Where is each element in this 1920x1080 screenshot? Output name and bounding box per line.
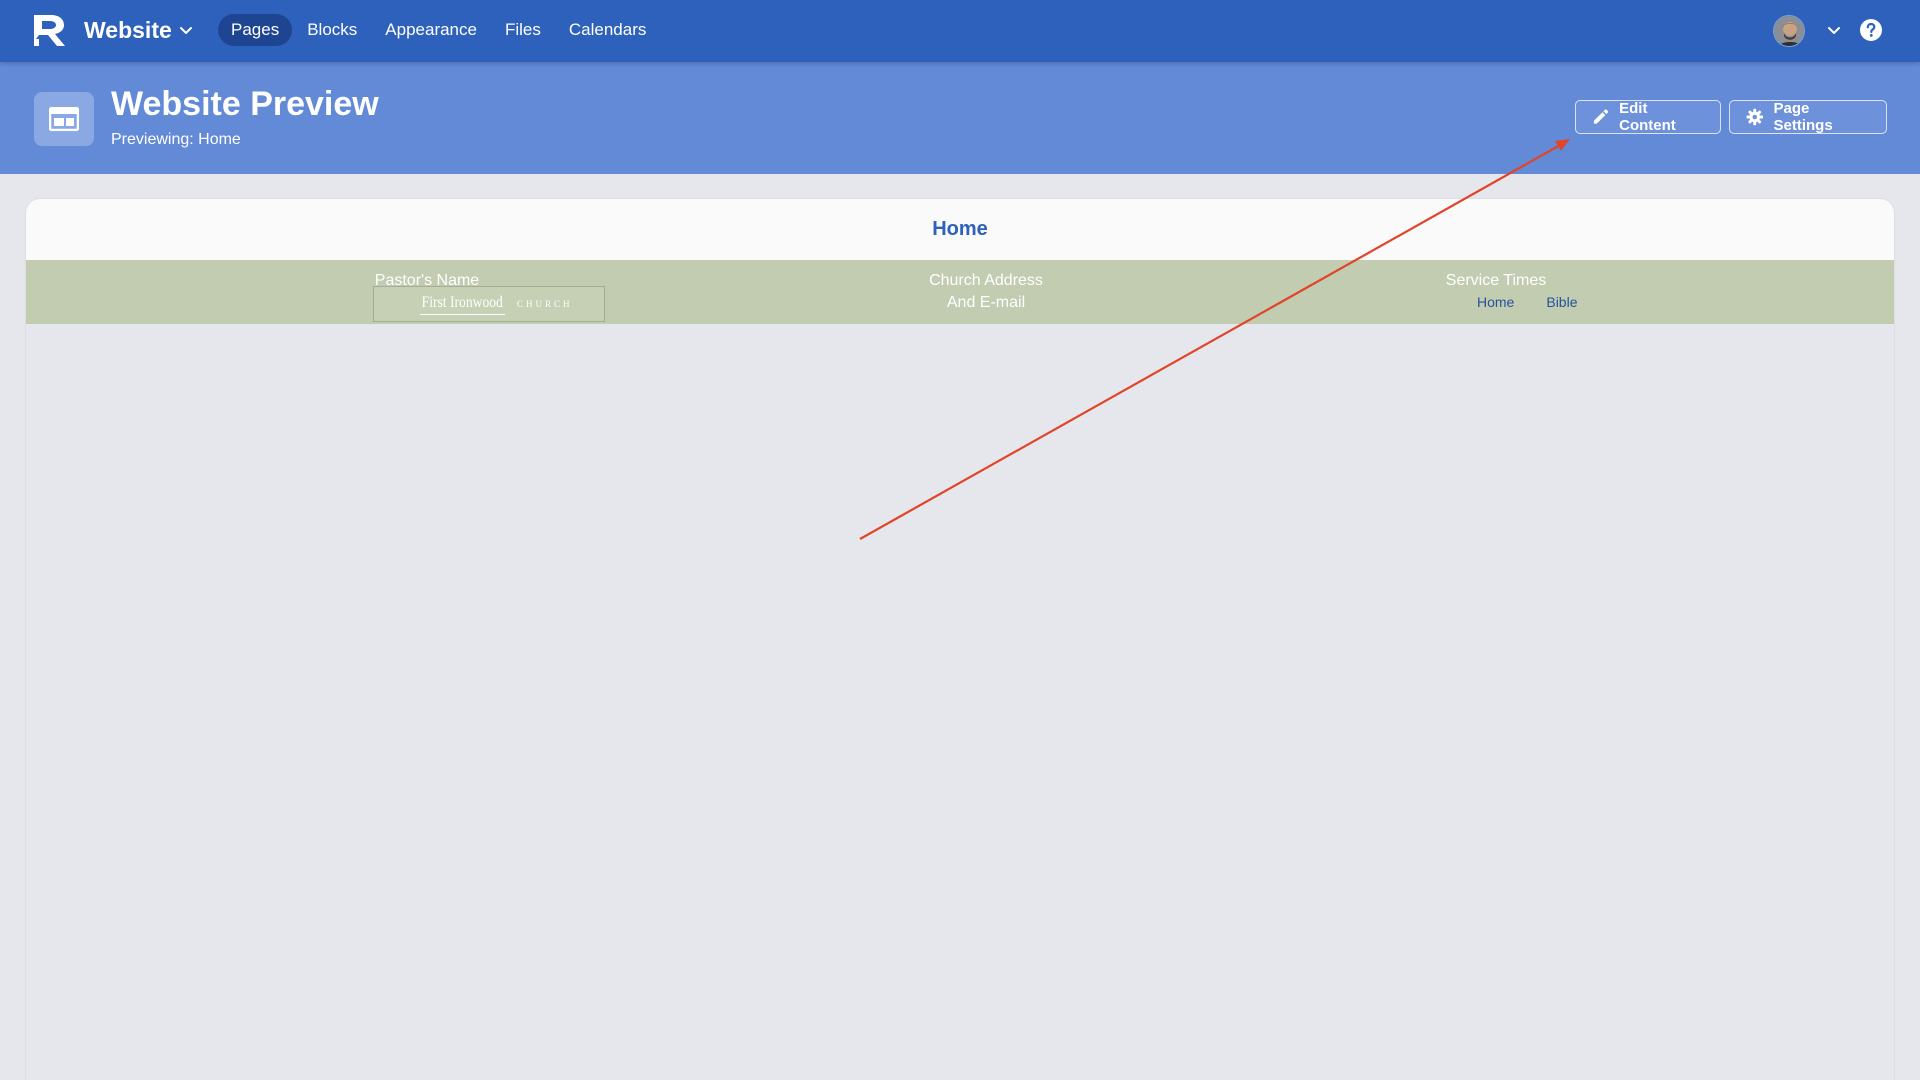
nav-item-appearance[interactable]: Appearance bbox=[372, 14, 490, 46]
website-layout-icon bbox=[34, 92, 94, 146]
service-times-text: Service Times bbox=[1445, 272, 1547, 289]
gear-icon bbox=[1746, 108, 1764, 126]
r-logo-icon[interactable] bbox=[31, 12, 69, 48]
page-settings-label: Page Settings bbox=[1773, 100, 1833, 134]
page-settings-button[interactable]: Page Settings bbox=[1729, 100, 1887, 134]
edit-content-button[interactable]: Edit Content bbox=[1575, 100, 1721, 134]
pencil-icon bbox=[1593, 109, 1609, 124]
church-address-block: Church Address And E-mail bbox=[876, 270, 1096, 314]
preview-content-area bbox=[26, 324, 1894, 1080]
church-logo-suffix: CHURCH bbox=[517, 299, 573, 309]
app-name[interactable]: Website bbox=[84, 16, 172, 44]
site-nav-links: Home Bible bbox=[1477, 294, 1610, 310]
site-link-home[interactable]: Home bbox=[1477, 294, 1514, 310]
page-subtitle: Previewing: Home bbox=[111, 131, 241, 148]
user-menu-chevron-icon[interactable] bbox=[1826, 22, 1842, 38]
page-header: Website Preview Previewing: Home Edit Co… bbox=[0, 62, 1920, 174]
help-icon[interactable] bbox=[1859, 18, 1883, 42]
church-logo-name: First Ironwood bbox=[420, 294, 506, 315]
church-email-text: And E-mail bbox=[946, 294, 1026, 311]
top-nav-bar: Website Pages Blocks Appearance Files Ca… bbox=[0, 0, 1920, 62]
main-nav: Pages Blocks Appearance Files Calendars bbox=[218, 14, 661, 46]
preview-card: Home Pastor's Name First Ironwood CHURCH… bbox=[26, 199, 1894, 1080]
preview-page-title: Home bbox=[932, 218, 988, 240]
nav-item-calendars[interactable]: Calendars bbox=[556, 14, 660, 46]
avatar-image-icon bbox=[1774, 16, 1804, 46]
church-logo[interactable]: First Ironwood CHURCH bbox=[373, 286, 605, 322]
chevron-down-icon[interactable] bbox=[178, 22, 194, 38]
site-header-strip: Pastor's Name First Ironwood CHURCH Chur… bbox=[26, 260, 1894, 324]
church-address-text: Church Address bbox=[929, 272, 1043, 289]
nav-item-files[interactable]: Files bbox=[492, 14, 554, 46]
nav-item-blocks[interactable]: Blocks bbox=[294, 14, 370, 46]
preview-card-header: Home bbox=[26, 199, 1894, 260]
nav-item-pages[interactable]: Pages bbox=[218, 14, 293, 46]
site-link-bible[interactable]: Bible bbox=[1546, 294, 1577, 310]
page-title: Website Preview bbox=[111, 85, 379, 123]
user-avatar[interactable] bbox=[1773, 15, 1805, 47]
edit-content-label: Edit Content bbox=[1619, 100, 1676, 134]
